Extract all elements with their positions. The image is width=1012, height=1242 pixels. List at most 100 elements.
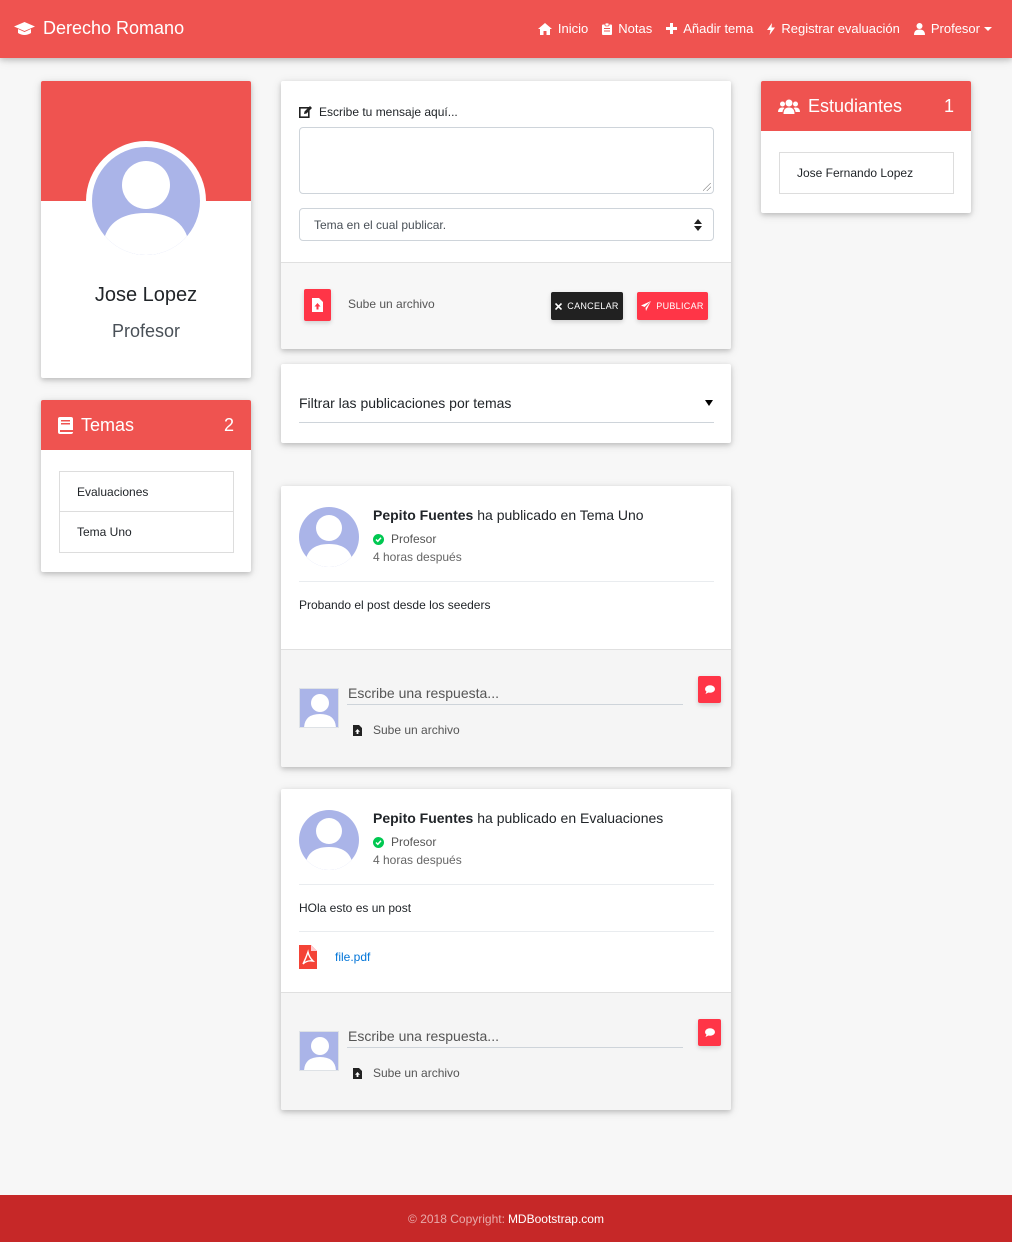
- post-author[interactable]: Pepito Fuentes: [373, 810, 473, 826]
- filter-card[interactable]: Filtrar las publicaciones por temas: [281, 364, 731, 443]
- publish-button-label: PUBLICAR: [656, 301, 704, 311]
- avatar: [299, 507, 359, 567]
- avatar: [299, 1031, 339, 1071]
- default-user-icon: [300, 1032, 338, 1070]
- bolt-icon: [767, 22, 776, 35]
- default-user-icon: [305, 515, 353, 567]
- file-upload-icon: [353, 1067, 362, 1079]
- users-icon: [778, 99, 800, 114]
- reply-input[interactable]: [347, 681, 683, 705]
- nav-anadir-tema-label: Añadir tema: [683, 21, 754, 36]
- divider: [299, 931, 714, 932]
- post-title: Pepito Fuentes ha publicado en Tema Uno: [373, 507, 644, 523]
- brand-title: Derecho Romano: [43, 18, 185, 38]
- estudiantes-card: Estudiantes 1 Jose Fernando Lopez: [761, 81, 971, 213]
- compose-footer: Sube un archivo CANCELAR PUBLICAR: [281, 262, 731, 349]
- post-title: Pepito Fuentes ha publicado en Evaluacio…: [373, 810, 663, 826]
- publish-button[interactable]: PUBLICAR: [637, 292, 708, 320]
- upload-file-button[interactable]: [304, 289, 331, 321]
- divider: [299, 581, 714, 582]
- send-reply-button[interactable]: [698, 676, 721, 703]
- temas-title: Temas: [81, 414, 135, 435]
- reply-input[interactable]: [347, 1024, 683, 1048]
- post-role: Profesor: [373, 835, 436, 849]
- graduation-cap-icon: [14, 21, 35, 35]
- post-verb: ha publicado en: [473, 507, 580, 523]
- nav-inicio[interactable]: Inicio: [537, 21, 589, 36]
- post-card: Pepito Fuentes ha publicado en Tema Uno …: [281, 486, 731, 767]
- avatar: [299, 688, 339, 728]
- compose-label: Escribe tu mensaje aquí...: [299, 105, 458, 119]
- attachment-filename[interactable]: file.pdf: [335, 950, 370, 964]
- reply-upload-label: Sube un archivo: [373, 1066, 460, 1080]
- reply-area: Sube un archivo: [281, 649, 731, 767]
- check-circle-icon: [373, 533, 384, 545]
- user-icon: [913, 22, 925, 35]
- compose-card: Escribe tu mensaje aquí... Tema en el cu…: [281, 81, 731, 349]
- reply-upload-file[interactable]: Sube un archivo: [353, 723, 460, 737]
- file-upload-icon: [312, 298, 323, 312]
- estudiantes-header: Estudiantes 1: [761, 81, 971, 131]
- cancel-button[interactable]: CANCELAR: [551, 292, 623, 320]
- nav-notas[interactable]: Notas: [602, 21, 652, 36]
- reply-area: Sube un archivo: [281, 992, 731, 1110]
- plus-icon: [666, 23, 678, 34]
- nav-registrar-label: Registrar evaluación: [781, 21, 900, 36]
- topic-select-value: Tema en el cual publicar.: [314, 217, 447, 232]
- post-body: Probando el post desde los seeders: [299, 598, 491, 612]
- post-time: 4 horas después: [373, 550, 462, 564]
- nav-registrar-evaluacion[interactable]: Registrar evaluación: [767, 21, 900, 36]
- reply-upload-label: Sube un archivo: [373, 723, 460, 737]
- brand[interactable]: Derecho Romano: [14, 18, 184, 39]
- select-arrows-icon: [694, 219, 702, 231]
- post-card: Pepito Fuentes ha publicado en Evaluacio…: [281, 789, 731, 1110]
- paper-plane-icon: [641, 301, 652, 311]
- home-icon: [537, 22, 552, 35]
- post-role: Profesor: [373, 532, 436, 546]
- post-topic[interactable]: Tema Uno: [580, 507, 644, 523]
- default-user-icon: [305, 818, 353, 870]
- nav-profesor-label: Profesor: [930, 21, 980, 36]
- send-reply-button[interactable]: [698, 1019, 721, 1046]
- default-user-icon: [300, 689, 338, 727]
- nav-anadir-tema[interactable]: Añadir tema: [666, 21, 753, 36]
- estudiantes-list: Jose Fernando Lopez: [779, 152, 954, 194]
- footer: © 2018 Copyright: MDBootstrap.com: [0, 1195, 1012, 1242]
- profile-role: Profesor: [111, 321, 181, 341]
- divider: [299, 884, 714, 885]
- temas-item-evaluaciones[interactable]: Evaluaciones: [60, 472, 233, 512]
- post-verb: ha publicado en: [473, 810, 580, 826]
- filter-label: Filtrar las publicaciones por temas: [299, 395, 512, 411]
- post-body: HOla esto es un post: [299, 901, 412, 915]
- nav-notas-label: Notas: [618, 21, 653, 36]
- estudiante-item[interactable]: Jose Fernando Lopez: [780, 153, 953, 193]
- chevron-down-icon: [984, 27, 992, 31]
- nav-profesor-dropdown[interactable]: Profesor: [913, 21, 992, 36]
- footer-link[interactable]: MDBootstrap.com: [508, 1212, 604, 1226]
- filter-underline: [299, 422, 714, 423]
- nav-links: Inicio Notas Añadir tema Registrar evalu…: [524, 21, 992, 36]
- post-role-label: Profesor: [391, 532, 437, 546]
- avatar: [86, 141, 206, 261]
- resize-grip-icon[interactable]: [703, 183, 711, 191]
- upload-file-label: Sube un archivo: [348, 297, 435, 311]
- temas-count: 2: [223, 414, 234, 435]
- caret-down-icon: [705, 400, 713, 406]
- nav-inicio-label: Inicio: [557, 21, 589, 36]
- temas-item-tema-uno[interactable]: Tema Uno: [60, 512, 233, 552]
- post-attachment[interactable]: file.pdf: [299, 945, 370, 969]
- file-upload-icon: [353, 724, 362, 736]
- post-author[interactable]: Pepito Fuentes: [373, 507, 473, 523]
- avatar: [299, 810, 359, 870]
- comment-icon: [704, 1028, 715, 1037]
- post-topic[interactable]: Evaluaciones: [580, 810, 663, 826]
- message-textarea[interactable]: [299, 127, 714, 194]
- profile-name: Jose Lopez: [94, 284, 198, 306]
- book-icon: [58, 416, 73, 434]
- topic-select[interactable]: Tema en el cual publicar.: [299, 208, 714, 241]
- reply-upload-file[interactable]: Sube un archivo: [353, 1066, 460, 1080]
- temas-list: Evaluaciones Tema Uno: [59, 471, 234, 553]
- edit-icon: [299, 106, 312, 118]
- estudiantes-title: Estudiantes: [808, 95, 903, 116]
- cancel-button-label: CANCELAR: [567, 301, 619, 311]
